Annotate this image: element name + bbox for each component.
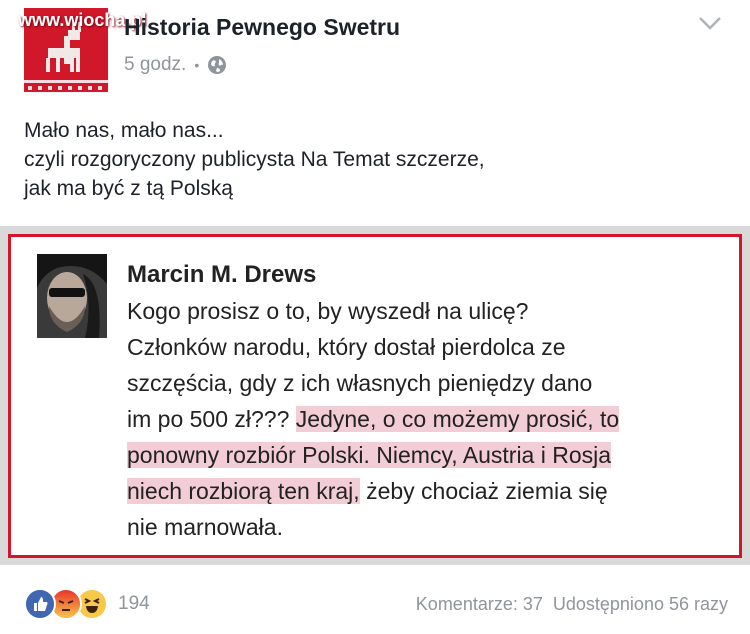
globe-icon [208, 56, 227, 74]
quote-segment: im po 500 zł??? [127, 406, 296, 432]
quote-line: Członków narodu, który dostał pierdolca … [127, 334, 566, 360]
quote-line: im po 500 zł??? Jedyne, o co możemy pros… [127, 401, 727, 437]
shares-count[interactable]: Udostępniono 56 razy [553, 594, 728, 615]
post-caption: Mało nas, mało nas... czyli rozgoryczony… [24, 116, 485, 203]
reactions-summary[interactable]: 194 [24, 588, 150, 620]
person-photo-icon [37, 254, 107, 338]
post-header: www.wiocha.pl Historia Pewnego Swetru 5 … [0, 0, 750, 100]
quote-highlight: ponowny rozbiór Polski. Niemcy, Austria … [127, 442, 612, 468]
quote-line: szczęścia, gdy z ich własnych pieniędzy … [127, 370, 593, 396]
quote-line: niech rozbiorą ten kraj, żeby chociaż zi… [127, 473, 727, 509]
chevron-down-icon[interactable] [698, 14, 722, 32]
quote-line: nie marnowała. [127, 514, 283, 540]
quote-highlight: Jedyne, o co możemy prosić, to [295, 406, 620, 432]
separator-dot: • [194, 57, 200, 73]
author-avatar [37, 254, 107, 338]
post-stats: Komentarze: 37 Udostępniono 56 razy [416, 594, 728, 615]
caption-line: jak ma być z tą Polską [24, 177, 233, 200]
quote-line: Kogo prosisz o to, by wyszedł na ulicę? [127, 298, 529, 324]
post-footer: 194 Komentarze: 37 Udostępniono 56 razy [0, 566, 750, 634]
post-time[interactable]: 5 godz. [124, 54, 186, 76]
page-name[interactable]: Historia Pewnego Swetru [124, 14, 400, 41]
quote-box: Marcin M. Drews Kogo prosisz o to, by wy… [8, 234, 742, 558]
quoted-image[interactable]: Marcin M. Drews Kogo prosisz o to, by wy… [0, 226, 750, 565]
quote-line: ponowny rozbiór Polski. Niemcy, Austria … [127, 437, 727, 473]
quote-highlight: niech rozbiorą ten kraj, [127, 478, 360, 504]
quote-author: Marcin M. Drews [127, 261, 317, 288]
like-icon [24, 588, 56, 620]
comments-count[interactable]: Komentarze: 37 [416, 594, 543, 615]
quote-text: Kogo prosisz o to, by wyszedł na ulicę? … [127, 293, 727, 545]
quote-segment: żeby chociaż ziemia się [359, 478, 608, 504]
caption-line: Mało nas, mało nas... [24, 119, 224, 142]
reaction-count[interactable]: 194 [118, 593, 150, 615]
caption-line: czyli rozgoryczony publicysta Na Temat s… [24, 148, 485, 171]
post-meta: 5 godz. • [124, 54, 227, 76]
